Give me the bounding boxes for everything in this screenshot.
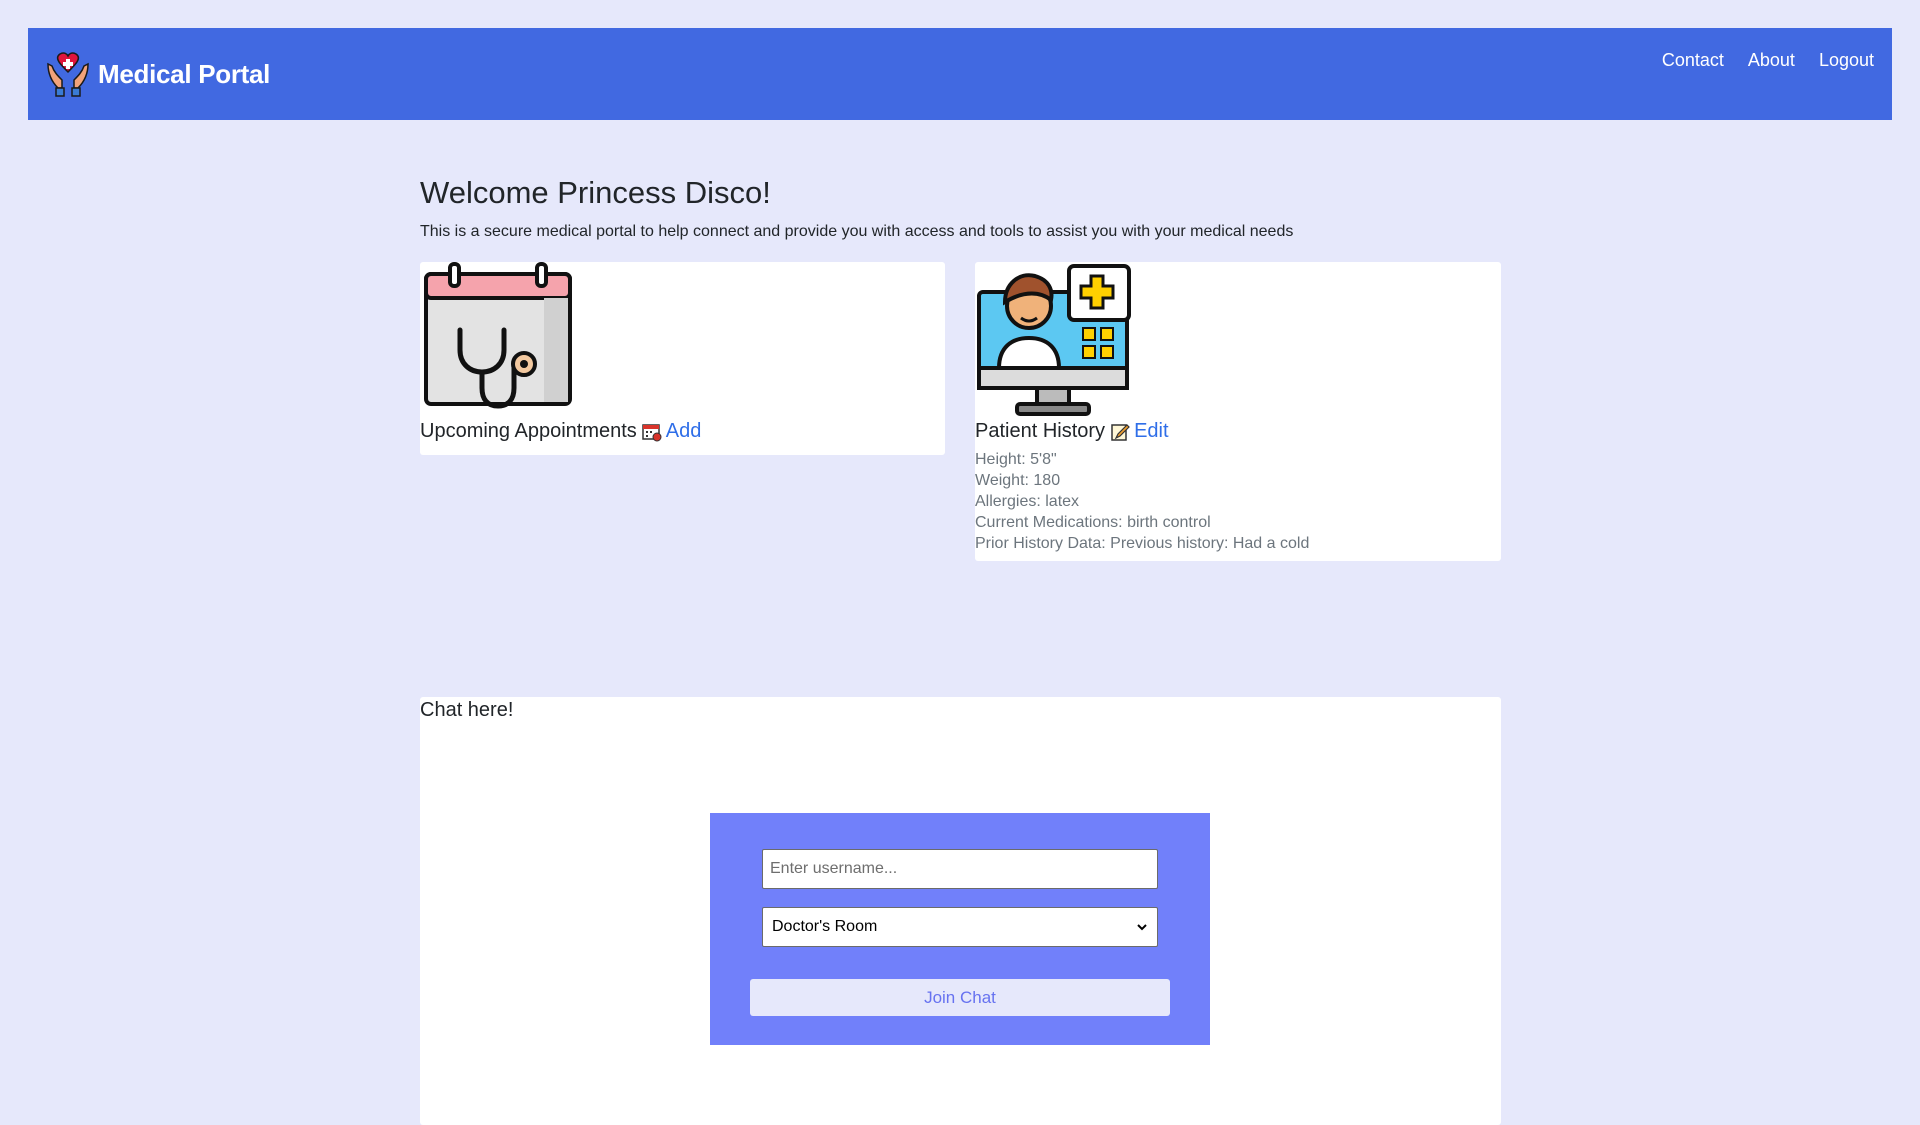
nav-logout-link[interactable]: Logout: [1819, 50, 1874, 71]
brand-name: Medical Portal: [98, 58, 271, 89]
top-navbar: Medical Portal Contact About Logout: [28, 28, 1892, 120]
edit-history-link[interactable]: Edit: [1134, 420, 1168, 443]
chevron-down-icon: [1137, 924, 1147, 931]
history-medications: Current Medications: birth control: [975, 514, 1211, 531]
history-title-row: Patient History Edit: [975, 420, 1501, 443]
doctor-monitor-icon: [977, 264, 1131, 416]
appointments-title: Upcoming Appointments: [420, 420, 637, 442]
intro-text: This is a secure medical portal to help …: [420, 223, 1294, 240]
nav-links: Contact About Logout: [1662, 50, 1874, 71]
calendar-stethoscope-icon: [424, 262, 572, 409]
room-select[interactable]: Doctor's Room: [762, 907, 1158, 947]
add-appointment-link[interactable]: Add: [666, 420, 702, 443]
appointments-card: Upcoming Appointments Add: [420, 262, 945, 455]
chat-title: Chat here!: [420, 699, 514, 721]
chat-card: Chat here! Doctor's Room Join Chat: [420, 697, 1501, 1125]
history-weight: Weight: 180: [975, 472, 1061, 489]
history-title: Patient History: [975, 420, 1106, 442]
join-chat-form: Doctor's Room Join Chat: [710, 813, 1210, 1045]
patient-history-card: Patient History Edit Height: 5'8" Weight…: [975, 262, 1501, 561]
brand[interactable]: Medical Portal: [44, 50, 270, 98]
history-allergies: Allergies: latex: [975, 493, 1080, 510]
nav-about-link[interactable]: About: [1748, 50, 1795, 71]
main-container: Welcome Princess Disco! This is a secure…: [420, 150, 1501, 1125]
heart-in-hands-icon: [47, 52, 89, 97]
pencil-note-icon: [1111, 423, 1130, 441]
calendar-small-icon: [642, 423, 662, 441]
appointments-title-row: Upcoming Appointments Add: [420, 420, 945, 443]
nav-contact-link[interactable]: Contact: [1662, 50, 1724, 71]
history-prior-data: Prior History Data: Previous history: Ha…: [975, 535, 1310, 552]
page-title: Welcome Princess Disco!: [420, 175, 771, 210]
username-input[interactable]: [762, 849, 1158, 889]
history-details: Height: 5'8" Weight: 180 Allergies: late…: [975, 449, 1501, 554]
join-chat-button[interactable]: Join Chat: [750, 979, 1170, 1016]
room-select-value: Doctor's Room: [772, 918, 878, 935]
history-height: Height: 5'8": [975, 451, 1057, 468]
